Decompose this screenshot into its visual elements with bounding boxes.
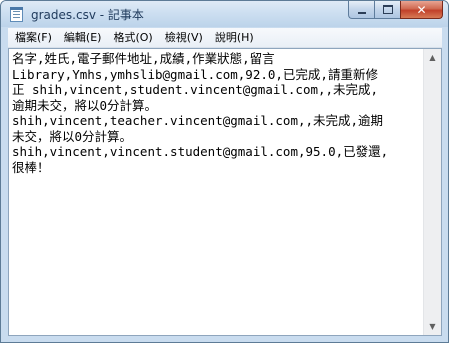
- window-title: grades.csv - 記事本: [31, 8, 144, 22]
- caption-buttons: ✕: [348, 1, 443, 20]
- scroll-down-arrow-icon[interactable]: ▼: [424, 318, 441, 335]
- minimize-button[interactable]: [348, 1, 374, 19]
- menu-format[interactable]: 格式(O): [108, 29, 157, 46]
- text-line: 逾期未交，將以0分計算。: [12, 97, 158, 113]
- notepad-window: grades.csv - 記事本 ✕ 檔案(F) 編輯(E) 格式(O) 檢視(…: [0, 0, 449, 343]
- notepad-icon[interactable]: [10, 7, 23, 22]
- text-line: shih,vincent,teacher.vincent@gmail.com,,…: [12, 113, 384, 128]
- text-content[interactable]: 名字,姓氏,電子郵件地址,成績,作業狀態,留言 Library,Ymhs,ymh…: [12, 51, 422, 333]
- text-line: 正 shih,vincent,student.vincent@gmail.com…: [12, 82, 379, 97]
- text-line: 名字,姓氏,電子郵件地址,成績,作業狀態,留言: [12, 51, 275, 66]
- text-line: 未交，將以0分計算。: [12, 128, 133, 144]
- minimize-icon: [357, 11, 366, 14]
- text-line: 很棒！: [12, 159, 50, 175]
- text-line: Library,Ymhs,ymhslib@gmail.com,92.0,已完成,…: [12, 66, 378, 82]
- menu-bar: 檔案(F) 編輯(E) 格式(O) 檢視(V) 說明(H): [8, 28, 442, 48]
- scroll-up-arrow-icon[interactable]: ▲: [424, 49, 441, 66]
- menu-file[interactable]: 檔案(F): [10, 29, 57, 46]
- text-editor[interactable]: 名字,姓氏,電子郵件地址,成績,作業狀態,留言 Library,Ymhs,ymh…: [8, 48, 442, 336]
- title-bar[interactable]: grades.csv - 記事本 ✕: [1, 1, 448, 27]
- maximize-button[interactable]: [374, 1, 400, 19]
- menu-view[interactable]: 檢視(V): [160, 29, 208, 46]
- maximize-icon: [382, 5, 393, 14]
- text-line: shih,vincent,vincent.student@gmail.com,9…: [12, 144, 389, 159]
- close-button[interactable]: ✕: [400, 1, 443, 19]
- menu-edit[interactable]: 編輯(E): [59, 29, 107, 46]
- vertical-scrollbar[interactable]: ▲ ▼: [423, 49, 441, 335]
- close-icon: ✕: [416, 2, 427, 17]
- menu-help[interactable]: 說明(H): [210, 29, 259, 46]
